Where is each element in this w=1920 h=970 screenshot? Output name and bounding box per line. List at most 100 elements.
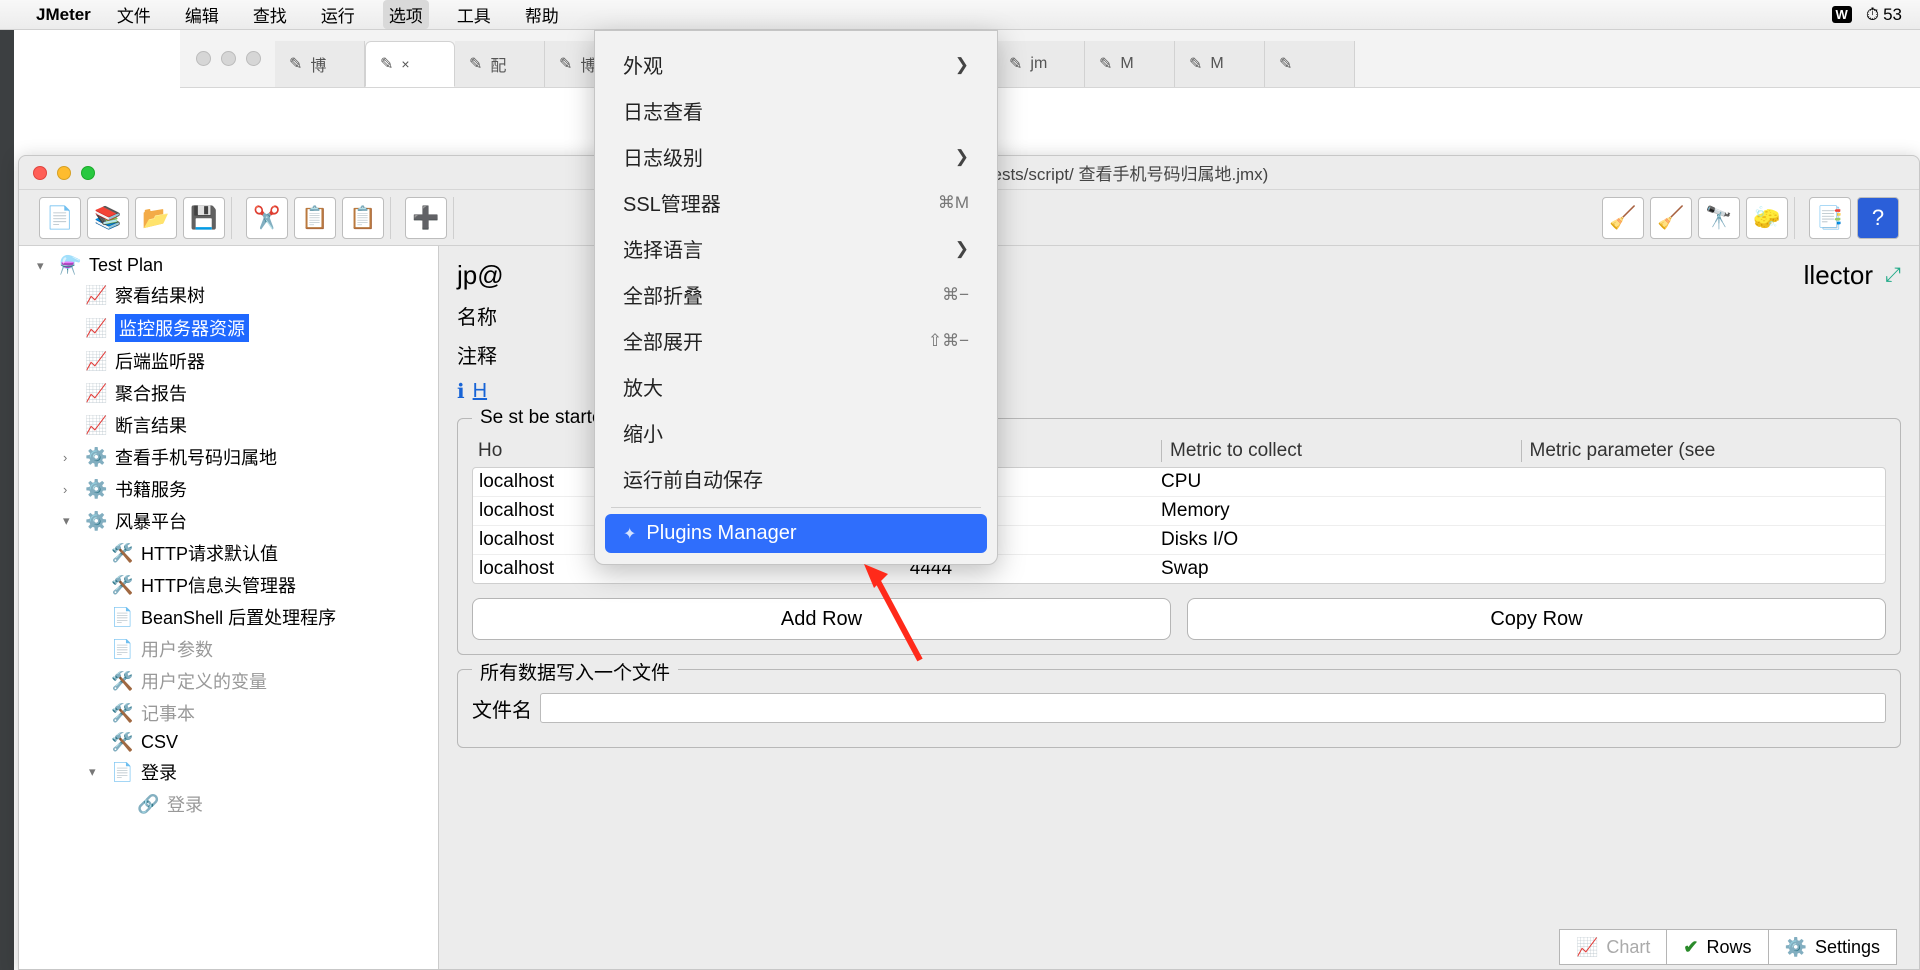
dd-zoom-in[interactable]: 放大 (605, 364, 987, 409)
browser-tab[interactable]: ✎ (1265, 41, 1355, 87)
menu-edit[interactable]: 编辑 (179, 0, 225, 29)
cell-metric: Swap (1161, 558, 1520, 580)
dd-ssl-manager[interactable]: SSL管理器⌘M (605, 180, 987, 225)
tree-label: BeanShell 后置处理程序 (141, 604, 336, 630)
tree-node[interactable]: 🛠️CSV (71, 729, 438, 756)
window-max-dot[interactable] (246, 51, 261, 66)
copy-row-button[interactable]: Copy Row (1187, 598, 1886, 640)
function-helper-button[interactable]: 📑 (1809, 197, 1851, 239)
window-controls[interactable] (33, 166, 95, 180)
battery-text: 53 (1883, 5, 1902, 25)
add-row-button[interactable]: Add Row (472, 598, 1171, 640)
tree-node[interactable]: ▾📄登录 (71, 756, 438, 788)
dd-collapse-all[interactable]: 全部折叠⌘− (605, 272, 987, 317)
window-min-dot[interactable] (221, 51, 236, 66)
clear2-button[interactable]: 🧹 (1650, 197, 1692, 239)
tree-node[interactable]: 🛠️HTTP信息头管理器 (71, 569, 438, 601)
search-button[interactable]: 🔭 (1698, 197, 1740, 239)
minimize-dot[interactable] (57, 166, 71, 180)
new-button[interactable]: 📄 (39, 197, 81, 239)
chart-icon: 📈 (1576, 937, 1598, 958)
tree-node[interactable]: 📄BeanShell 后置处理程序 (71, 601, 438, 633)
help-link[interactable]: H (473, 380, 487, 403)
menu-search[interactable]: 查找 (247, 0, 293, 29)
tree-node-selected[interactable]: 📈监控服务器资源 (45, 311, 438, 345)
tab-label: 博 (310, 52, 326, 76)
page-icon: ✎ (469, 54, 482, 74)
window-title-path: cations/tools/apache-jmeter-5.4.1/tests/… (95, 160, 1905, 185)
close-icon[interactable]: × (401, 56, 409, 72)
paste-button[interactable]: 📋 (342, 197, 384, 239)
window-close-dot[interactable] (196, 51, 211, 66)
dd-autosave[interactable]: 运行前自动保存 (605, 456, 987, 501)
settings-toggle[interactable]: ⚙️Settings (1769, 929, 1897, 965)
menu-run[interactable]: 运行 (315, 0, 361, 29)
test-plan-tree[interactable]: ▾⚗️ Test Plan 📈察看结果树 📈监控服务器资源 📈后端监听器 📈聚合… (19, 246, 439, 969)
tree-node-disabled[interactable]: 🛠️用户定义的变量 (71, 665, 438, 697)
panel-title-prefix: jp@ (457, 260, 504, 291)
tree-node[interactable]: 📈后端监听器 (45, 345, 438, 377)
browser-tab-active[interactable]: ✎× (365, 41, 455, 87)
col-param: Metric parameter (see (1521, 440, 1881, 462)
chart-toggle[interactable]: 📈 Chart (1559, 929, 1667, 965)
wps-tray-icon[interactable]: W (1832, 6, 1852, 23)
dd-log-view[interactable]: 日志查看 (605, 88, 987, 133)
browser-tab[interactable]: ✎M (1175, 41, 1265, 87)
cell-metric: Disks I/O (1161, 529, 1520, 551)
dd-appearance[interactable]: 外观❯ (605, 42, 987, 87)
tree-node[interactable]: 📈察看结果树 (45, 279, 438, 311)
expand-button[interactable]: ➕ (405, 197, 447, 239)
tree-node[interactable]: ▾⚙️风暴平台 (45, 505, 438, 537)
wrench-icon: 🛠️ (111, 703, 133, 724)
page-icon: ✎ (559, 54, 572, 74)
tree-node-disabled[interactable]: 🛠️记事本 (71, 697, 438, 729)
browser-tab[interactable]: ✎配 (455, 41, 545, 87)
tree-root[interactable]: ▾⚗️ Test Plan (19, 252, 438, 279)
expand-icon[interactable]: ⤢ (1885, 264, 1901, 287)
menu-tools[interactable]: 工具 (451, 0, 497, 29)
templates-button[interactable]: 📚 (87, 197, 129, 239)
chevron-right-icon: ❯ (955, 55, 969, 75)
filename-input[interactable] (540, 693, 1886, 723)
toggle-label: Chart (1606, 937, 1650, 958)
dd-expand-all[interactable]: 全部展开⇧⌘− (605, 318, 987, 363)
menu-options[interactable]: 选项 (383, 0, 429, 29)
zoom-dot[interactable] (81, 166, 95, 180)
options-dropdown[interactable]: 外观❯ 日志查看 日志级别❯ SSL管理器⌘M 选择语言❯ 全部折叠⌘− 全部展… (594, 30, 998, 565)
tree-node[interactable]: ›⚙️查看手机号码归属地 (45, 441, 438, 473)
rows-toggle[interactable]: ✔Rows (1667, 929, 1768, 965)
browser-tab[interactable]: ✎博 (275, 41, 365, 87)
menu-file[interactable]: 文件 (111, 0, 157, 29)
copy-button[interactable]: 📋 (294, 197, 336, 239)
clear1-button[interactable]: 🧹 (1602, 197, 1644, 239)
save-button[interactable]: 💾 (183, 197, 225, 239)
menu-help[interactable]: 帮助 (519, 0, 565, 29)
tree-label: 断言结果 (115, 412, 187, 438)
dd-zoom-out[interactable]: 缩小 (605, 410, 987, 455)
cell-metric: Memory (1161, 500, 1520, 522)
dd-plugins-manager[interactable]: ✦Plugins Manager (605, 514, 987, 553)
tree-label: 用户参数 (141, 636, 213, 662)
tree-node[interactable]: 📈断言结果 (45, 409, 438, 441)
dd-language[interactable]: 选择语言❯ (605, 226, 987, 271)
page-icon: ✎ (380, 54, 393, 74)
tree-node-disabled[interactable]: 📄用户参数 (71, 633, 438, 665)
dd-log-level[interactable]: 日志级别❯ (605, 134, 987, 179)
browser-tab[interactable]: ✎jm (995, 41, 1085, 87)
browser-tab-bar: ✎博 ✎× ✎配 ✎博 ✎博 ✎jm ✎接 ✎Cl ✎jm ✎M ✎M ✎ (180, 30, 1920, 88)
battery-status[interactable]: ⏱ 53 (1866, 5, 1902, 25)
tree-node[interactable]: 📈聚合报告 (45, 377, 438, 409)
close-dot[interactable] (33, 166, 47, 180)
info-icon[interactable]: ℹ (457, 379, 465, 404)
help-button[interactable]: ? (1857, 197, 1899, 239)
wrench-icon: 🛠️ (111, 671, 133, 692)
tree-node[interactable]: ›⚙️书籍服务 (45, 473, 438, 505)
tree-node-disabled[interactable]: 🔗登录 (97, 788, 438, 820)
browser-tab[interactable]: ✎M (1085, 41, 1175, 87)
cut-button[interactable]: ✂️ (246, 197, 288, 239)
clear-all-button[interactable]: 🧽 (1746, 197, 1788, 239)
window-traffic-lights[interactable] (196, 51, 261, 66)
open-button[interactable]: 📂 (135, 197, 177, 239)
page-icon: ✎ (1279, 54, 1292, 74)
tree-node[interactable]: 🛠️HTTP请求默认值 (71, 537, 438, 569)
